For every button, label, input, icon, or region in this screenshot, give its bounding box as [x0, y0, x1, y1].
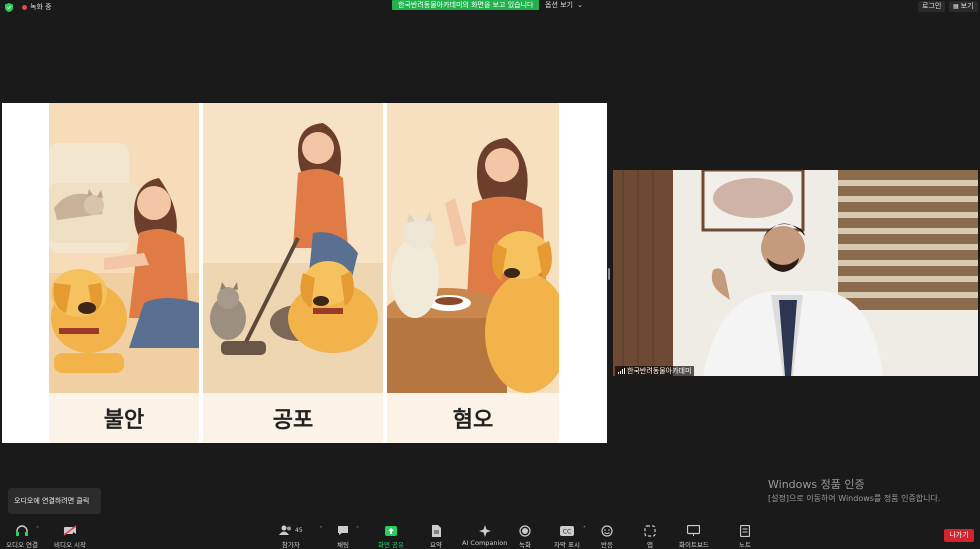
video-button[interactable]: 비디오 시작: [54, 524, 86, 549]
split-resize-handle[interactable]: [608, 268, 610, 280]
record-dot-icon: [22, 4, 27, 10]
grid-icon: ▦: [953, 3, 959, 10]
recording-indicator[interactable]: 녹화 중: [22, 2, 52, 12]
emoji-icon: [601, 524, 613, 537]
chat-label: 채팅: [337, 541, 349, 549]
svg-text:CC: CC: [563, 528, 571, 535]
chevron-up-icon[interactable]: ˄: [356, 526, 359, 533]
record-icon: [519, 524, 531, 537]
reactions-button[interactable]: 반응: [601, 524, 613, 549]
chevron-down-icon: ⌄: [577, 1, 583, 9]
view-label: 보기: [960, 2, 974, 10]
chevron-up-icon[interactable]: ˄: [320, 526, 323, 533]
watermark-subtitle: [설정]으로 이동하여 Windows를 정품 인증합니다.: [768, 494, 941, 503]
meeting-top-bar: 녹화 중 한국반려동물아카데미의 화면을 보고 있습니다 옵션 보기 ⌄ 로그인…: [0, 0, 980, 14]
reactions-label: 반응: [601, 541, 613, 549]
caption-fear: 공포: [203, 393, 383, 443]
share-label: 화면 공유: [378, 541, 404, 549]
view-options-button[interactable]: 옵션 보기 ⌄: [540, 0, 588, 10]
notes-label: 노트: [739, 541, 751, 549]
ai-label: AI Companion: [462, 539, 508, 547]
record-label: 녹화: [519, 541, 531, 549]
participants-count: 45: [295, 527, 303, 534]
record-button[interactable]: 녹화: [519, 524, 531, 549]
participants-icon: [279, 525, 291, 535]
shared-screen: 불안 공포 혐오: [2, 103, 607, 443]
illustration-fear: [203, 103, 383, 394]
share-screen-icon: [385, 525, 397, 536]
chevron-up-icon[interactable]: ˄: [583, 526, 586, 533]
chat-button[interactable]: ˄ 채팅: [337, 524, 359, 549]
windows-activation-watermark: Windows 정품 인증 [설정]으로 이동하여 Windows를 정품 인증…: [768, 476, 940, 504]
summary-label: 요약: [430, 541, 442, 549]
cc-label: 자막 표시: [554, 541, 580, 549]
headphones-icon: [15, 524, 28, 536]
audio-tooltip: 오디오에 연결하려면 클릭: [8, 488, 101, 514]
apps-label: 앱: [647, 541, 653, 549]
closed-caption-button[interactable]: CC ˄ 자막 표시: [554, 524, 586, 549]
audio-label: 오디오 연결: [6, 541, 38, 549]
share-banner: 한국반려동물아카데미의 화면을 보고 있습니다: [392, 0, 540, 10]
apps-button[interactable]: 앱: [644, 524, 656, 549]
illustration-anxiety: [49, 103, 199, 394]
whiteboard-label: 화이트보드: [679, 541, 709, 549]
caption-disgust: 혐오: [387, 393, 559, 443]
whiteboard-icon: [687, 525, 701, 536]
participant-name-tag: 한국반려동물아카데미: [615, 366, 695, 376]
notes-icon: [739, 524, 750, 537]
video-off-icon: [63, 525, 77, 536]
watermark-title: Windows 정품 인증: [768, 478, 865, 491]
apps-icon: [644, 524, 656, 537]
speaker-video[interactable]: [613, 170, 978, 376]
participant-name: 한국반려동물아카데미: [627, 367, 692, 375]
recording-label: 녹화 중: [30, 3, 52, 11]
notes-button[interactable]: 노트: [739, 524, 751, 549]
signal-strength-icon: [618, 368, 625, 374]
illustration-disgust: [387, 103, 559, 394]
participants-label: 참가자: [281, 541, 300, 549]
view-options-label: 옵션 보기: [545, 1, 573, 9]
audio-button[interactable]: ˄ 오디오 연결: [6, 524, 39, 549]
summary-button[interactable]: 요약: [430, 524, 442, 549]
chat-icon: [338, 526, 348, 535]
shield-icon[interactable]: [5, 3, 13, 12]
share-screen-button[interactable]: 화면 공유: [378, 524, 404, 549]
leave-button[interactable]: 나가기: [944, 529, 974, 542]
document-icon: [431, 524, 441, 537]
sparkle-icon: [478, 524, 491, 537]
view-button[interactable]: ▦ 보기: [949, 1, 978, 12]
meeting-toolbar: ˄ 오디오 연결 비디오 시작 45 ˄ 참가자 ˄ 채팅 화면 공유 요약 AI…: [0, 520, 980, 549]
caption-anxiety: 불안: [49, 393, 199, 443]
login-button[interactable]: 로그인: [918, 1, 946, 12]
video-label: 비디오 시작: [54, 541, 86, 549]
whiteboard-button[interactable]: 화이트보드: [679, 524, 709, 549]
participants-button[interactable]: 45 ˄ 참가자: [279, 524, 323, 549]
ai-companion-button[interactable]: AI Companion: [462, 524, 507, 547]
chevron-up-icon[interactable]: ˄: [36, 526, 39, 533]
cc-icon: CC: [560, 525, 574, 536]
